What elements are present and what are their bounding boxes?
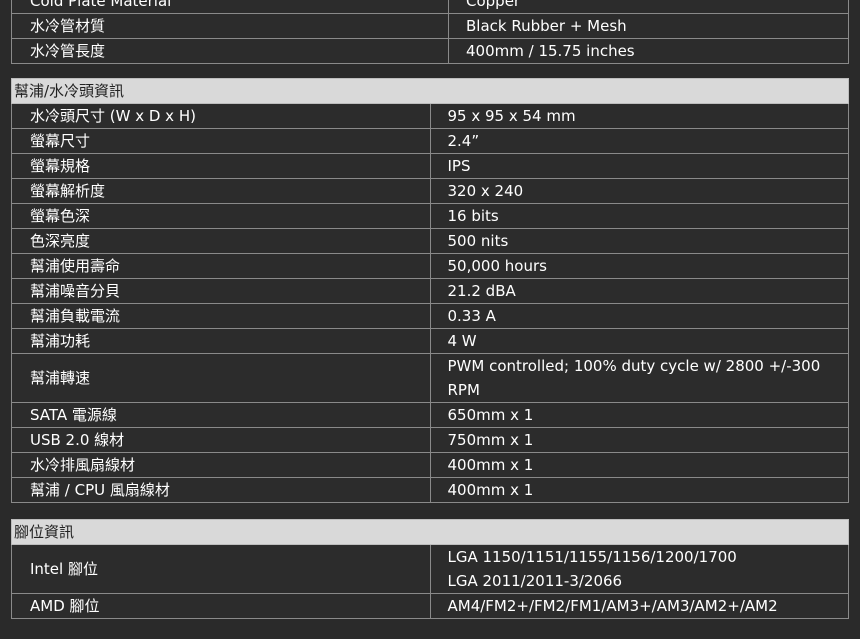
table-row: 水冷管材質 Black Rubber + Mesh bbox=[11, 13, 849, 39]
row-value: 95 x 95 x 54 mm bbox=[429, 103, 849, 129]
row-value: 400mm / 15.75 inches bbox=[448, 38, 849, 64]
row-value: 500 nits bbox=[429, 228, 849, 254]
row-value: 400mm x 1 bbox=[429, 452, 849, 478]
row-label: 螢幕規格 bbox=[11, 153, 431, 179]
row-value: PWM controlled; 100% duty cycle w/ 2800 … bbox=[429, 353, 849, 403]
value-line: 50,000 hours bbox=[447, 257, 547, 275]
spec-table-cooling: Cold Plate Material Copper 水冷管材質 Black R… bbox=[11, 0, 849, 64]
row-label: 螢幕色深 bbox=[11, 203, 431, 229]
table-row: USB 2.0 線材 750mm x 1 bbox=[11, 427, 849, 453]
table-row: 水冷排風扇線材 400mm x 1 bbox=[11, 452, 849, 478]
row-value: 4 W bbox=[429, 328, 849, 354]
row-label: 水冷頭尺寸 (W x D x H) bbox=[11, 103, 431, 129]
row-label: AMD 腳位 bbox=[11, 593, 431, 619]
value-line: 650mm x 1 bbox=[447, 406, 534, 424]
table-row: 螢幕規格 IPS bbox=[11, 153, 849, 179]
row-label: 水冷管長度 bbox=[11, 38, 449, 64]
row-label: 幫浦轉速 bbox=[11, 353, 431, 403]
row-label: USB 2.0 線材 bbox=[11, 427, 431, 453]
value-line: 750mm x 1 bbox=[447, 431, 534, 449]
table-row: 螢幕尺寸 2.4” bbox=[11, 128, 849, 154]
value-line: LGA 1150/1151/1155/1156/1200/1700 bbox=[447, 548, 737, 566]
value-line: RPM bbox=[447, 381, 480, 399]
table-row: 幫浦轉速 PWM controlled; 100% duty cycle w/ 2… bbox=[11, 353, 849, 403]
table-row: 幫浦功耗 4 W bbox=[11, 328, 849, 354]
table-row: 水冷管長度 400mm / 15.75 inches bbox=[11, 38, 849, 64]
row-value: 50,000 hours bbox=[429, 253, 849, 279]
row-value: Copper bbox=[448, 0, 849, 14]
table-row: AMD 腳位 AM4/FM2+/FM2/FM1/AM3+/AM3/AM2+/AM2 bbox=[11, 593, 849, 619]
row-value: 750mm x 1 bbox=[429, 427, 849, 453]
table-row: 螢幕解析度 320 x 240 bbox=[11, 178, 849, 204]
value-line: 400mm x 1 bbox=[447, 456, 534, 474]
row-label: 螢幕解析度 bbox=[11, 178, 431, 204]
row-value: 16 bits bbox=[429, 203, 849, 229]
table-row: SATA 電源線 650mm x 1 bbox=[11, 402, 849, 428]
value-line: 0.33 A bbox=[447, 307, 496, 325]
row-label: 色深亮度 bbox=[11, 228, 431, 254]
table-row: 幫浦噪音分貝 21.2 dBA bbox=[11, 278, 849, 304]
table-row: 色深亮度 500 nits bbox=[11, 228, 849, 254]
table-row: 幫浦負載電流 0.33 A bbox=[11, 303, 849, 329]
value-line: AM4/FM2+/FM2/FM1/AM3+/AM3/AM2+/AM2 bbox=[447, 597, 778, 615]
value-line: 16 bits bbox=[447, 207, 499, 225]
value-line: 4 W bbox=[447, 332, 477, 350]
row-label: 水冷管材質 bbox=[11, 13, 449, 39]
row-label: 幫浦使用壽命 bbox=[11, 253, 431, 279]
value-line: 2.4” bbox=[447, 132, 480, 150]
row-value: 21.2 dBA bbox=[429, 278, 849, 304]
value-line: 95 x 95 x 54 mm bbox=[447, 107, 576, 125]
section-title: 幫浦/水冷頭資訊 bbox=[11, 78, 849, 104]
value-line: 400mm x 1 bbox=[447, 481, 534, 499]
value-line: 21.2 dBA bbox=[447, 282, 516, 300]
row-value: LGA 1150/1151/1155/1156/1200/1700 LGA 201… bbox=[429, 544, 849, 594]
row-value: Black Rubber + Mesh bbox=[448, 13, 849, 39]
row-label: 螢幕尺寸 bbox=[11, 128, 431, 154]
table-row: 水冷頭尺寸 (W x D x H) 95 x 95 x 54 mm bbox=[11, 103, 849, 129]
section-header: 幫浦/水冷頭資訊 bbox=[11, 78, 849, 104]
value-line: PWM controlled; 100% duty cycle w/ 2800 … bbox=[447, 357, 821, 375]
row-label: 幫浦 / CPU 風扇線材 bbox=[11, 477, 431, 503]
table-row: Cold Plate Material Copper bbox=[11, 0, 849, 14]
value-line: 500 nits bbox=[447, 232, 509, 250]
section-header: 腳位資訊 bbox=[11, 519, 849, 545]
row-label: 幫浦噪音分貝 bbox=[11, 278, 431, 304]
row-label: Cold Plate Material bbox=[11, 0, 449, 14]
table-row: 幫浦使用壽命 50,000 hours bbox=[11, 253, 849, 279]
value-line: IPS bbox=[447, 157, 471, 175]
row-value: 400mm x 1 bbox=[429, 477, 849, 503]
row-value: 2.4” bbox=[429, 128, 849, 154]
table-row: Intel 腳位 LGA 1150/1151/1155/1156/1200/170… bbox=[11, 544, 849, 594]
row-label: 幫浦功耗 bbox=[11, 328, 431, 354]
row-value: 650mm x 1 bbox=[429, 402, 849, 428]
table-row: 幫浦 / CPU 風扇線材 400mm x 1 bbox=[11, 477, 849, 503]
row-label: SATA 電源線 bbox=[11, 402, 431, 428]
value-line: LGA 2011/2011-3/2066 bbox=[447, 572, 623, 590]
spec-page: Cold Plate Material Copper 水冷管材質 Black R… bbox=[0, 0, 860, 639]
table-row: 螢幕色深 16 bits bbox=[11, 203, 849, 229]
row-label: Intel 腳位 bbox=[11, 544, 431, 594]
row-value: IPS bbox=[429, 153, 849, 179]
spec-table-pump: 幫浦/水冷頭資訊 水冷頭尺寸 (W x D x H) 95 x 95 x 54 m… bbox=[11, 78, 849, 503]
row-value: AM4/FM2+/FM2/FM1/AM3+/AM3/AM2+/AM2 bbox=[429, 593, 849, 619]
section-title: 腳位資訊 bbox=[11, 519, 849, 545]
row-label: 水冷排風扇線材 bbox=[11, 452, 431, 478]
value-line: 320 x 240 bbox=[447, 182, 524, 200]
row-label: 幫浦負載電流 bbox=[11, 303, 431, 329]
row-value: 320 x 240 bbox=[429, 178, 849, 204]
row-value: 0.33 A bbox=[429, 303, 849, 329]
spec-table-socket: 腳位資訊 Intel 腳位 LGA 1150/1151/1155/1156/120… bbox=[11, 519, 849, 619]
